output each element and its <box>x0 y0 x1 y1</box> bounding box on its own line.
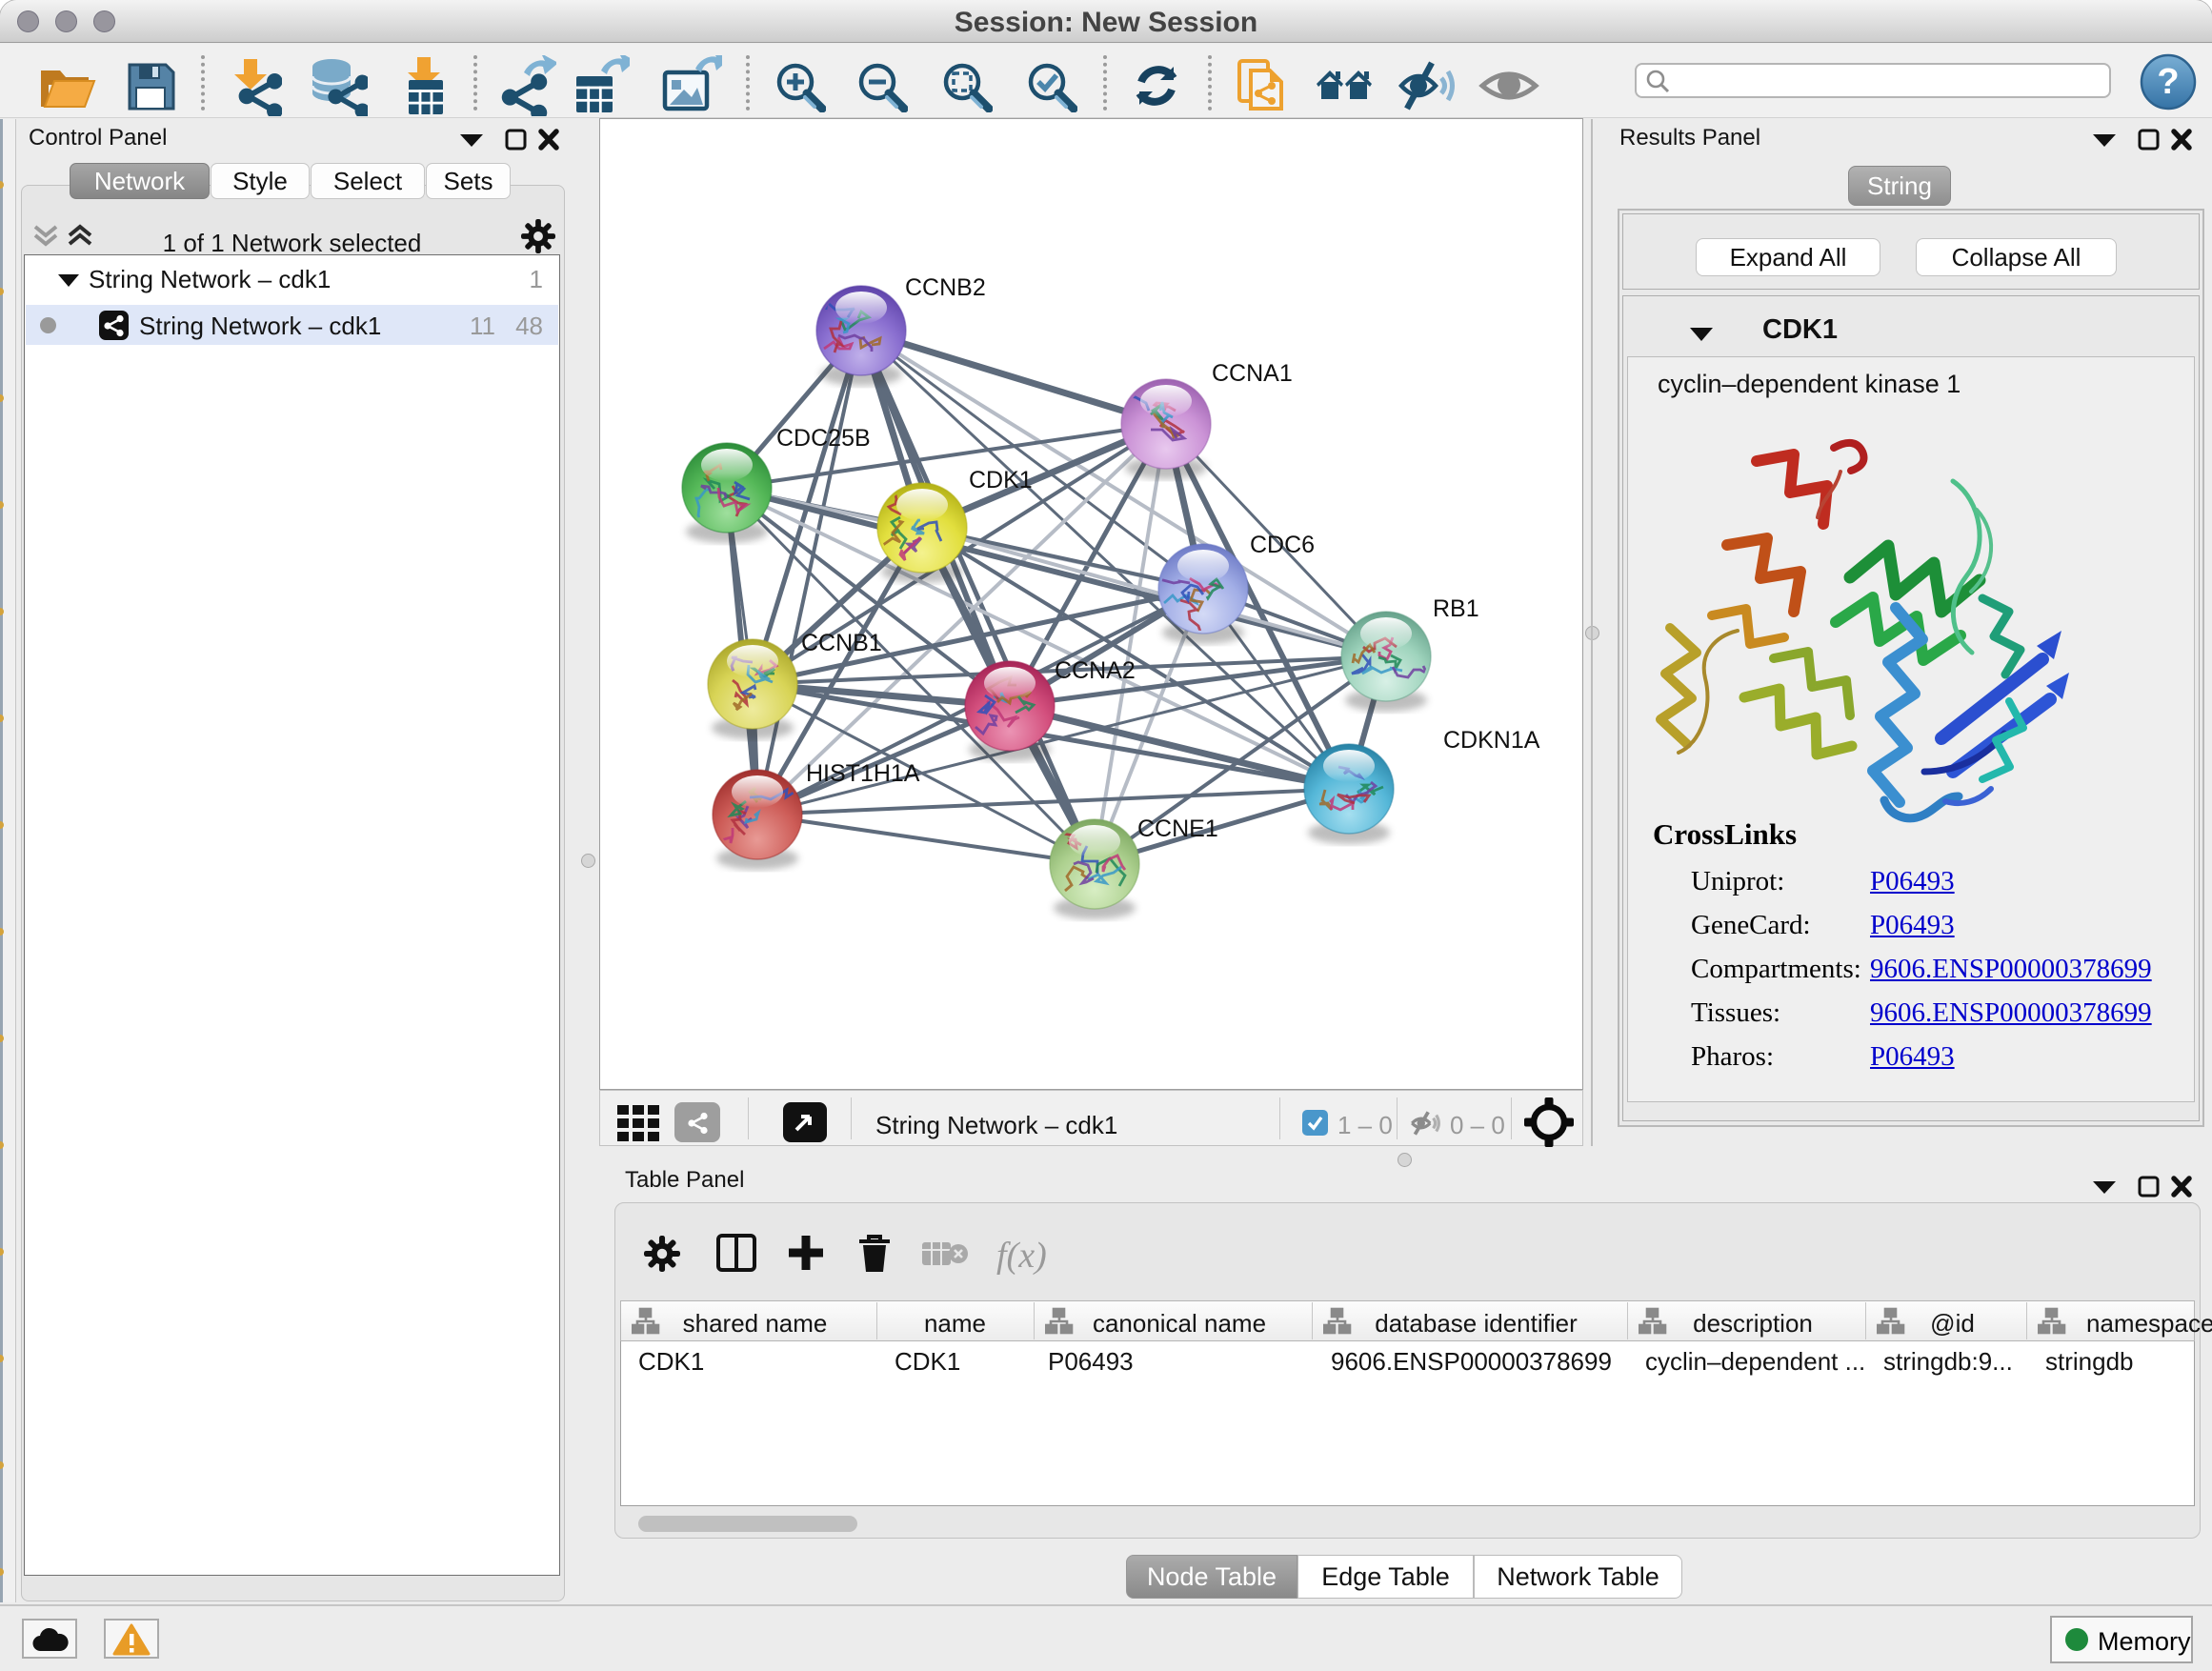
svg-text:CCNB1: CCNB1 <box>801 630 882 656</box>
svg-text:RB1: RB1 <box>1433 595 1479 622</box>
svg-text:CDKN1A: CDKN1A <box>1443 727 1540 754</box>
svg-text:CCNA1: CCNA1 <box>1212 360 1293 387</box>
svg-text:?: ? <box>2157 62 2179 102</box>
svg-text:CCNB2: CCNB2 <box>905 274 986 301</box>
svg-text:CCNE1: CCNE1 <box>1137 815 1218 842</box>
svg-text:CDK1: CDK1 <box>969 467 1033 493</box>
svg-text:HIST1H1A: HIST1H1A <box>806 760 920 787</box>
svg-text:CCNA2: CCNA2 <box>1055 657 1136 684</box>
svg-text:CDC6: CDC6 <box>1250 532 1315 558</box>
svg-text:CDC25B: CDC25B <box>776 425 871 452</box>
